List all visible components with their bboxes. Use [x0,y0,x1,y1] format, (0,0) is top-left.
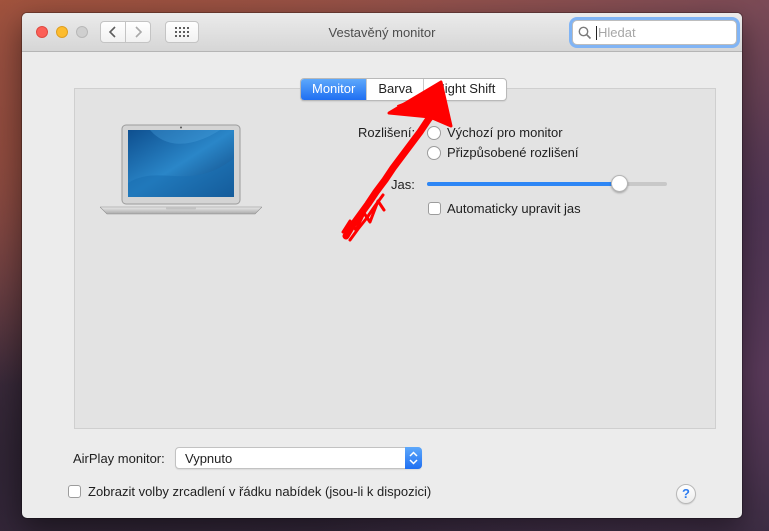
auto-brightness-label[interactable]: Automaticky upravit jas [447,201,581,216]
system-preferences-window: Vestavěný monitor Monitor Barva Night Sh… [22,13,742,518]
brightness-slider-fill [427,182,619,186]
resolution-label: Rozlišení: [358,125,416,140]
brightness-label: Jas: [391,177,415,192]
airplay-monitor-select[interactable]: Vypnuto [175,447,422,469]
mirroring-options-label[interactable]: Zobrazit volby zrcadlení v řádku nabídek… [88,484,431,499]
resolution-default-radio[interactable] [427,126,441,140]
tab-bar: Monitor Barva Night Shift [300,78,508,101]
tab-night-shift[interactable]: Night Shift [423,79,506,100]
help-button[interactable]: ? [676,484,696,504]
resolution-default-label[interactable]: Výchozí pro monitor [447,125,563,140]
resolution-scaled-label[interactable]: Přizpůsobené rozlišení [447,145,579,160]
mirroring-options-checkbox[interactable] [68,485,81,498]
airplay-monitor-label: AirPlay monitor: [73,451,165,466]
title-bar: Vestavěný monitor [22,13,742,52]
macbook-air-illustration [100,124,262,215]
resolution-scaled-radio[interactable] [427,146,441,160]
search-input[interactable] [597,25,718,40]
search-field[interactable] [572,20,737,45]
select-arrows-icon [405,447,422,469]
brightness-slider-knob[interactable] [611,175,628,192]
search-icon [578,26,592,39]
auto-brightness-checkbox[interactable] [428,202,441,215]
brightness-slider[interactable] [427,175,667,192]
tab-color[interactable]: Barva [366,79,423,100]
airplay-monitor-value: Vypnuto [185,451,233,466]
tab-monitor[interactable]: Monitor [301,79,367,100]
